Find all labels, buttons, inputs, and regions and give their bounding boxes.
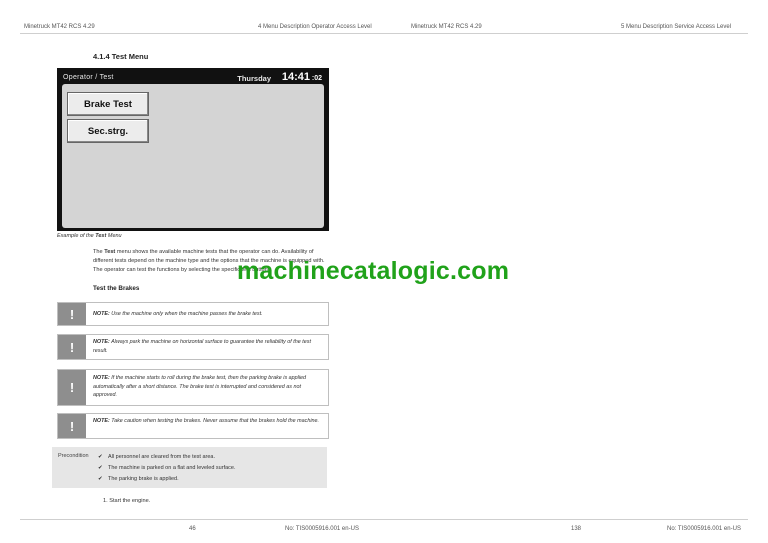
note-text: NOTE: If the machine starts to roll duri… bbox=[93, 375, 307, 398]
screen-day: Thursday bbox=[237, 74, 271, 83]
sec-strg-button[interactable]: Sec.strg. bbox=[67, 119, 149, 143]
footer-left-page: 46 bbox=[189, 526, 196, 532]
section-heading: 4.1.4 Test Menu bbox=[93, 52, 149, 61]
footer-divider bbox=[20, 519, 748, 520]
note-box: ! NOTE: Take caution when testing the br… bbox=[57, 413, 329, 439]
header-divider bbox=[20, 33, 748, 34]
footer-left-doc: No: TIS0005916.001 en-US bbox=[285, 526, 359, 532]
footer-right-doc: No: TIS0005916.001 en-US bbox=[667, 526, 741, 532]
screen-title: Operator / Test bbox=[63, 74, 114, 81]
check-icon: ✔ bbox=[98, 454, 103, 460]
header-right-title: Minetruck MT42 RCS 4.29 bbox=[411, 24, 482, 30]
list-item: ✔ The machine is parked on a flat and lev… bbox=[98, 463, 236, 474]
list-item: ✔ All personnel are cleared from the test… bbox=[98, 452, 236, 463]
note-box: ! NOTE: If the machine starts to roll du… bbox=[57, 369, 329, 406]
screen-time-seconds: :02 bbox=[311, 75, 322, 82]
watermark: machinecatalogic.com bbox=[237, 257, 510, 285]
screen-panel: Brake Test Sec.strg. bbox=[62, 84, 324, 228]
precondition-list: ✔ All personnel are cleared from the test… bbox=[98, 452, 236, 485]
header-left-section: 4 Menu Description Operator Access Level bbox=[258, 24, 372, 30]
screen-time: 14:41 bbox=[281, 71, 310, 83]
subheading: Test the Brakes bbox=[93, 285, 140, 292]
brake-test-button[interactable]: Brake Test bbox=[67, 92, 149, 116]
check-icon: ✔ bbox=[98, 476, 103, 482]
note-text: NOTE: Take caution when testing the brak… bbox=[93, 418, 320, 424]
footer-right-page: 138 bbox=[571, 526, 582, 532]
note-box: ! NOTE: Always park the machine on horiz… bbox=[57, 334, 329, 360]
precondition-label: Precondition bbox=[58, 453, 89, 459]
warning-icon: ! bbox=[58, 335, 86, 359]
header-right-section: 5 Menu Description Service Access Level bbox=[621, 24, 732, 30]
note-text: NOTE: Use the machine only when the mach… bbox=[93, 311, 263, 317]
warning-icon: ! bbox=[58, 370, 86, 405]
check-icon: ✔ bbox=[98, 465, 103, 471]
test-menu-screenshot: Operator / Test Thursday 14:41 :02 Brake… bbox=[57, 68, 329, 231]
warning-icon: ! bbox=[58, 303, 86, 325]
precondition-box: Precondition ✔ All personnel are cleared … bbox=[52, 447, 327, 488]
list-item: ✔ The parking brake is applied. bbox=[98, 474, 236, 485]
header-left-title: Minetruck MT42 RCS 4.29 bbox=[24, 24, 95, 30]
warning-icon: ! bbox=[58, 414, 86, 438]
note-box: ! NOTE: Use the machine only when the ma… bbox=[57, 302, 329, 326]
figure-caption: Example of the Test Menu bbox=[57, 233, 122, 239]
step-1: 1. Start the engine. bbox=[103, 498, 151, 504]
note-text: NOTE: Always park the machine on horizon… bbox=[93, 339, 311, 354]
